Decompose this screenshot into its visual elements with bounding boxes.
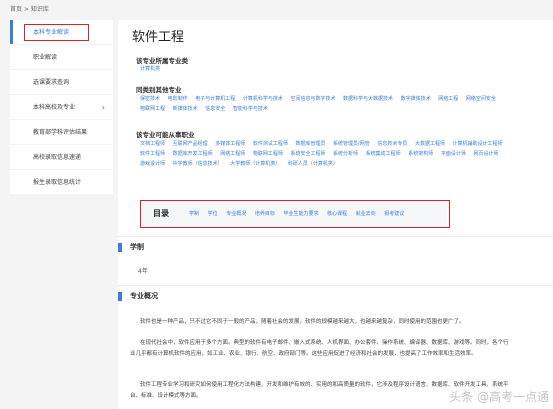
career-link[interactable]: 系统集成工程师 bbox=[366, 151, 401, 157]
page-title: 软件工程 bbox=[132, 30, 185, 45]
overview-heading: 专业概况 bbox=[118, 291, 158, 301]
peer-major-link[interactable]: 物联网工程 bbox=[140, 106, 165, 112]
career-link[interactable]: 系统架构师 bbox=[408, 151, 433, 157]
career-link[interactable]: 中学教师（信息技术） bbox=[173, 161, 223, 167]
peer-major-link[interactable]: 保密技术 bbox=[140, 96, 160, 102]
career-link[interactable]: 信息技术专员 bbox=[377, 141, 407, 147]
career-link[interactable]: 平面设计师 bbox=[441, 151, 466, 157]
career-link[interactable]: 网页设计师 bbox=[473, 151, 498, 157]
career-link[interactable]: 数据库开发工程师 bbox=[173, 151, 213, 157]
career-link[interactable]: 大学教师（计算机类） bbox=[230, 161, 280, 167]
career-link[interactable]: 文档工程师 bbox=[140, 141, 165, 147]
chevron-right-icon: › bbox=[101, 103, 105, 112]
category-links: 计算机类 bbox=[140, 64, 510, 74]
sidebar-item-admission-news[interactable]: 高校录取信息速递 bbox=[10, 145, 113, 170]
sidebar-item-major-interpretation[interactable]: 本科专业解读 bbox=[10, 20, 113, 45]
career-link[interactable]: 系统管理员/网管 bbox=[333, 141, 370, 147]
career-link[interactable]: 数据库管理员 bbox=[295, 141, 325, 147]
peer-major-link[interactable]: 网络空间安全 bbox=[466, 96, 496, 102]
peer-major-link[interactable]: 新媒体技术 bbox=[173, 106, 198, 112]
peer-major-link[interactable]: 数字媒体技术 bbox=[401, 96, 431, 102]
career-link[interactable]: 系统安全工程师 bbox=[290, 151, 325, 157]
sidebar-item-label: 本科高校及专业 bbox=[33, 104, 76, 111]
career-link[interactable]: 网络工程师 bbox=[220, 151, 245, 157]
toc-highlight-box bbox=[140, 200, 450, 228]
sidebar-item-career-interpretation[interactable]: 职业解读 bbox=[10, 45, 113, 70]
peer-major-link[interactable]: 电子与计算机工程 bbox=[195, 96, 235, 102]
peer-major-link[interactable]: 数据科学与大数据技术 bbox=[343, 96, 393, 102]
peers-heading: 同类别其他专业 bbox=[136, 86, 182, 94]
career-link[interactable]: 游戏设计师 bbox=[140, 161, 165, 167]
sidebar-item-universities-majors[interactable]: 本科高校及专业 › bbox=[10, 95, 113, 120]
overview-paragraph: 软件也是一种产品，只不过它不同于一般的产品，随着社会的发展，软件的规模越来越大，… bbox=[140, 319, 465, 325]
career-link[interactable]: 软件测试工程师 bbox=[253, 141, 288, 147]
sidebar-item-admission-stats[interactable]: 报生录取信息统计 bbox=[10, 170, 113, 195]
career-link[interactable]: 计算机辅助设计工程师 bbox=[453, 141, 503, 147]
peer-major-link[interactable]: 网络工程 bbox=[438, 96, 458, 102]
careers-heading: 该专业可能从事职业 bbox=[136, 131, 195, 139]
career-link[interactable]: 多媒体工程师 bbox=[215, 141, 245, 147]
career-link[interactable]: 软件工程师 bbox=[140, 151, 165, 157]
sidebar-item-discipline-evaluation[interactable]: 教育部学科评估结果 bbox=[10, 120, 113, 145]
divider bbox=[118, 285, 553, 286]
breadcrumb[interactable]: 首页 > 知识库 bbox=[10, 4, 49, 13]
career-link[interactable]: 物联网工程师 bbox=[253, 151, 283, 157]
sidebar-item-course-requirements[interactable]: 选课要求查询 bbox=[10, 70, 113, 95]
peer-major-link[interactable]: 智能科学与技术 bbox=[233, 106, 268, 112]
peer-major-link[interactable]: 信息安全 bbox=[205, 106, 225, 112]
career-link[interactable]: 大数据工程师 bbox=[415, 141, 445, 147]
divider bbox=[118, 236, 553, 237]
main-content: 软件工程 该专业所属专业类 计算机类 同类别其他专业 保密技术 电影制作 电子与… bbox=[118, 20, 553, 409]
overview-paragraph: 在现代社会中，软件应用于多个方面。典型的软件有电子邮件、嵌入式系统、人机界面、办… bbox=[130, 340, 509, 357]
xuezhi-heading: 学制 bbox=[118, 242, 144, 252]
career-link[interactable]: 科研人员（计算机类） bbox=[288, 161, 338, 167]
career-link[interactable]: 系统分析师 bbox=[333, 151, 358, 157]
career-links: 文档工程师 互联网产品经理 多媒体工程师 软件测试工程师 数据库管理员 系统管理… bbox=[140, 139, 510, 169]
peer-major-link[interactable]: 计算机科学与技术 bbox=[243, 96, 283, 102]
watermark: 头条 @高考一点通 bbox=[449, 390, 549, 404]
sidebar: 本科专业解读 职业解读 选课要求查询 本科高校及专业 › 教育部学科评估结果 高… bbox=[10, 20, 113, 195]
career-link[interactable]: 互联网产品经理 bbox=[173, 141, 208, 147]
xuezhi-value: 4年 bbox=[138, 268, 148, 275]
peer-major-link[interactable]: 空间信息与数字技术 bbox=[290, 96, 335, 102]
peer-major-link[interactable]: 电影制作 bbox=[168, 96, 188, 102]
category-link[interactable]: 计算机类 bbox=[140, 66, 160, 72]
peer-major-links: 保密技术 电影制作 电子与计算机工程 计算机科学与技术 空间信息与数字技术 数据… bbox=[140, 94, 510, 114]
